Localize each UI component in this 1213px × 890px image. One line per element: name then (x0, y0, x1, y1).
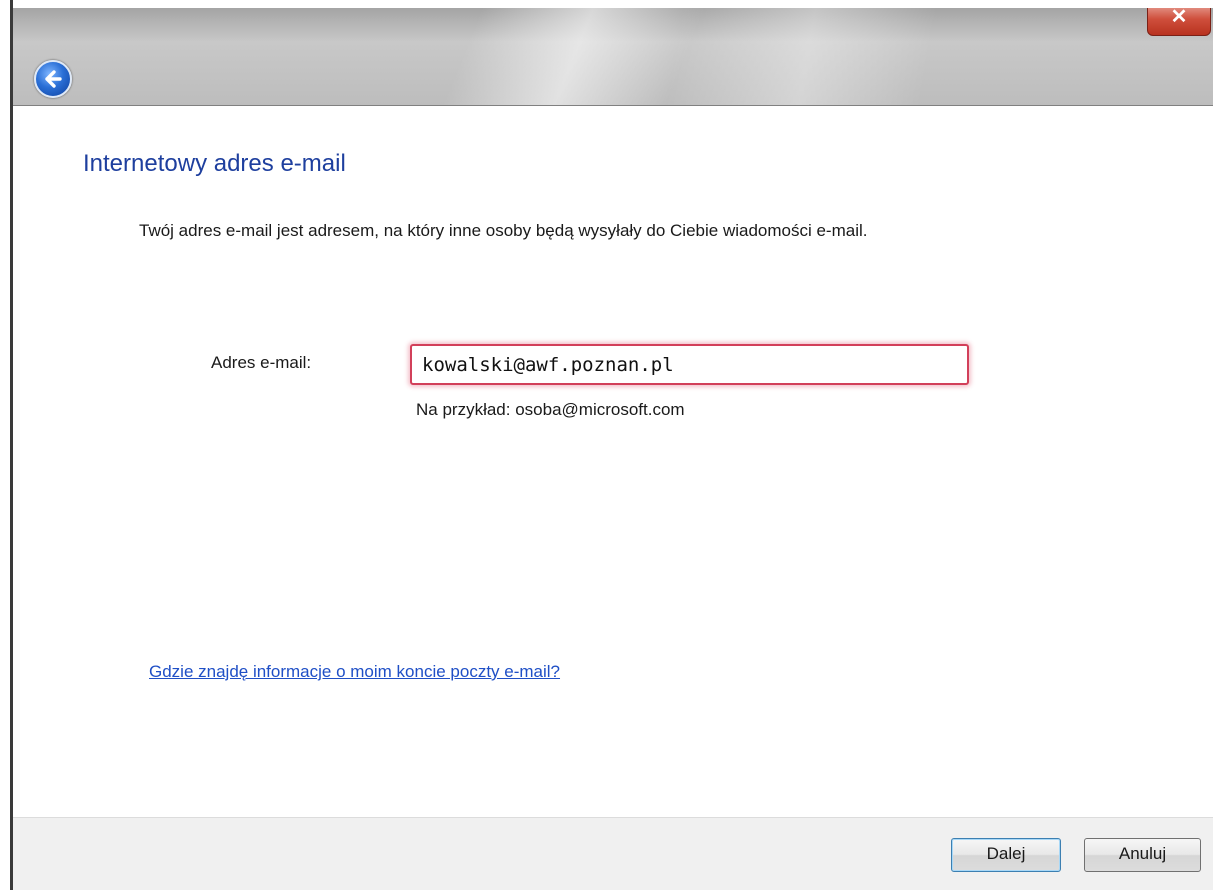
close-button[interactable]: ✕ (1147, 2, 1211, 36)
title-bar: ✕ (13, 0, 1213, 106)
page-title: Internetowy adres e-mail (83, 150, 346, 177)
background-strip (0, 0, 10, 890)
button-bar: Dalej Anuluj (13, 817, 1213, 890)
back-button[interactable] (34, 60, 72, 98)
next-button[interactable]: Dalej (951, 838, 1061, 872)
help-link[interactable]: Gdzie znajdę informacje o moim koncie po… (149, 662, 560, 682)
cancel-button[interactable]: Anuluj (1084, 838, 1201, 872)
back-arrow-icon (45, 70, 62, 88)
wizard-window: ✕ Internetowy adres e-mail Twój adres e-… (10, 0, 1213, 890)
email-input[interactable] (410, 344, 969, 385)
email-hint: Na przykład: osoba@microsoft.com (416, 400, 685, 419)
email-label: Adres e-mail: (211, 353, 312, 372)
page-description: Twój adres e-mail jest adresem, na który… (139, 221, 868, 240)
close-icon: ✕ (1170, 6, 1188, 28)
content-area: Internetowy adres e-mail Twój adres e-ma… (13, 106, 1213, 818)
